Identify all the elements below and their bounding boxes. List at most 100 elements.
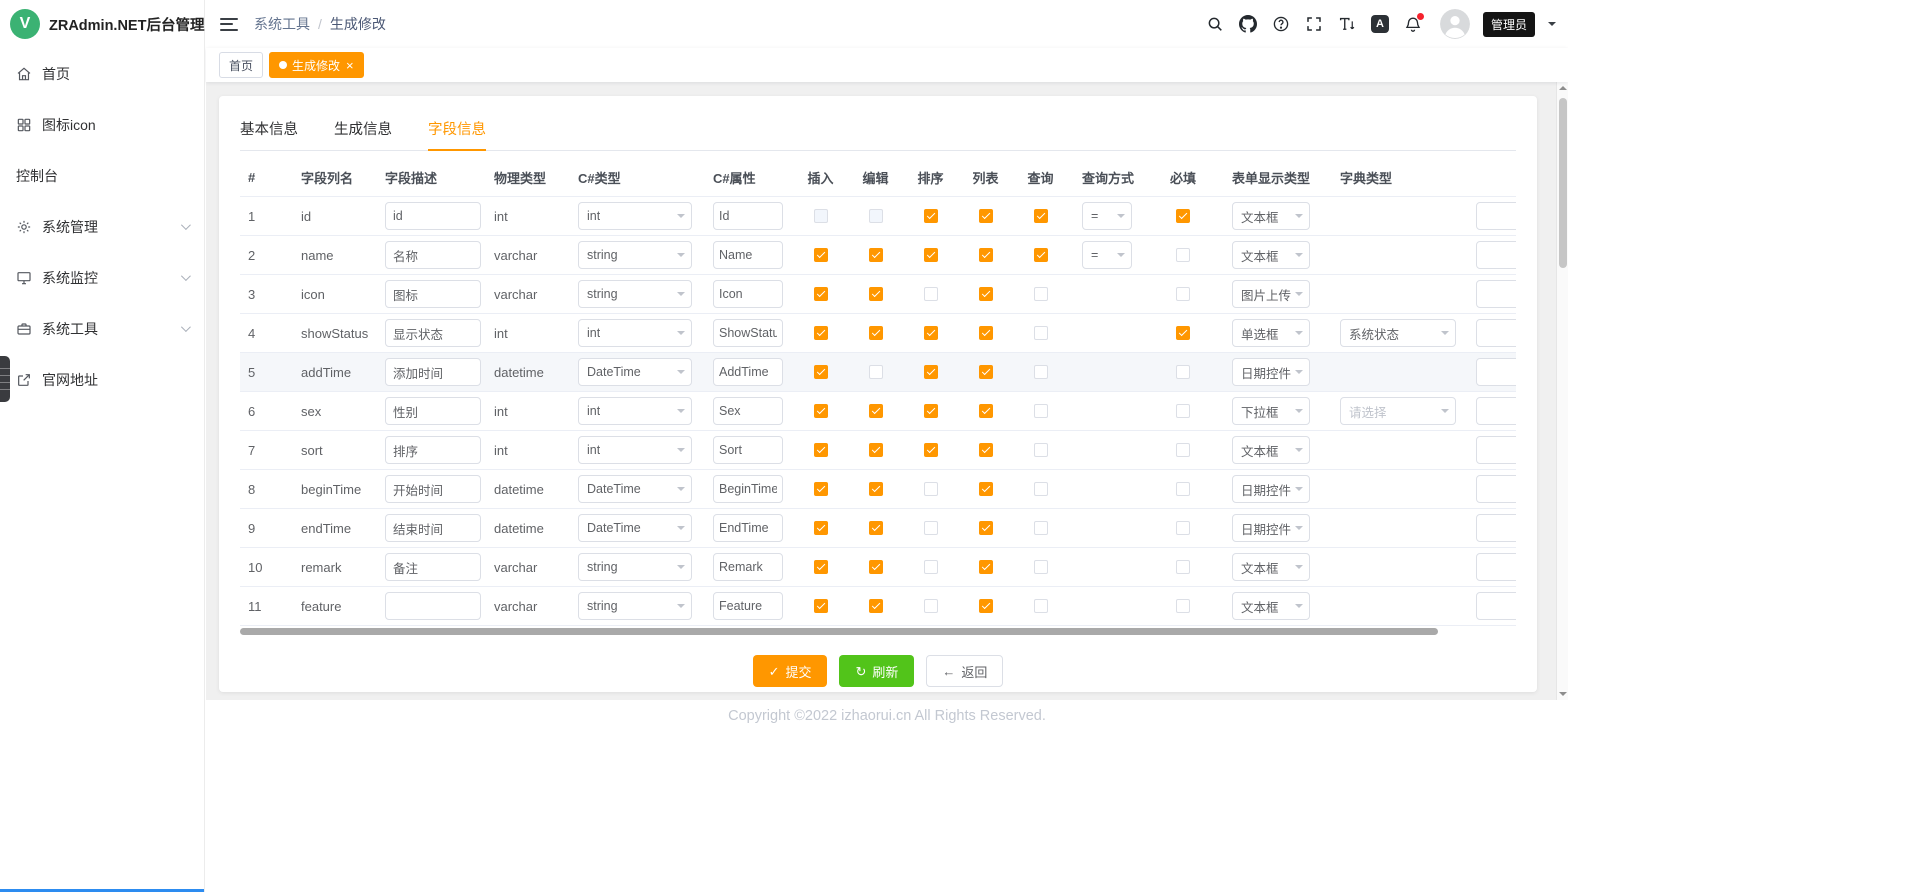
display-type-select[interactable]: 文本框: [1232, 202, 1310, 230]
query-type-select[interactable]: =: [1082, 241, 1132, 269]
edit-checkbox[interactable]: [869, 599, 883, 613]
overflow-extra-input[interactable]: [1476, 397, 1516, 425]
horizontal-scrollbar[interactable]: [240, 628, 1516, 635]
query-type-select[interactable]: =: [1082, 202, 1132, 230]
field-desc-input[interactable]: [385, 553, 481, 581]
tag-gen-edit[interactable]: 生成修改×: [269, 52, 364, 78]
csharp-property-input[interactable]: [713, 475, 783, 503]
required-checkbox[interactable]: [1176, 560, 1190, 574]
list-checkbox[interactable]: [979, 287, 993, 301]
query-checkbox[interactable]: [1034, 521, 1048, 535]
sort-checkbox[interactable]: [924, 209, 938, 223]
display-type-select[interactable]: 日期控件: [1232, 514, 1310, 542]
required-checkbox[interactable]: [1176, 287, 1190, 301]
sort-checkbox[interactable]: [924, 521, 938, 535]
field-desc-input[interactable]: [385, 358, 481, 386]
sort-checkbox[interactable]: [924, 365, 938, 379]
insert-checkbox[interactable]: [814, 560, 828, 574]
csharp-type-select[interactable]: string: [578, 241, 692, 269]
query-checkbox[interactable]: [1034, 287, 1048, 301]
csharp-property-input[interactable]: [713, 358, 783, 386]
sort-checkbox[interactable]: [924, 326, 938, 340]
close-icon[interactable]: ×: [346, 59, 354, 72]
sort-checkbox[interactable]: [924, 482, 938, 496]
query-checkbox[interactable]: [1034, 326, 1048, 340]
display-type-select[interactable]: 文本框: [1232, 553, 1310, 581]
list-checkbox[interactable]: [979, 482, 993, 496]
edit-checkbox[interactable]: [869, 482, 883, 496]
bell-icon[interactable]: [1403, 14, 1423, 34]
sort-checkbox[interactable]: [924, 560, 938, 574]
sort-checkbox[interactable]: [924, 248, 938, 262]
csharp-type-select[interactable]: DateTime: [578, 514, 692, 542]
scroll-up-arrow[interactable]: [1559, 86, 1567, 90]
back-button[interactable]: ←返回: [926, 655, 1003, 687]
query-checkbox[interactable]: [1034, 209, 1048, 223]
display-type-select[interactable]: 日期控件: [1232, 475, 1310, 503]
field-desc-input[interactable]: [385, 319, 481, 347]
tab-basic[interactable]: 基本信息: [240, 110, 298, 150]
tab-gen[interactable]: 生成信息: [334, 110, 392, 150]
edit-checkbox[interactable]: [869, 326, 883, 340]
list-checkbox[interactable]: [979, 248, 993, 262]
display-type-select[interactable]: 文本框: [1232, 241, 1310, 269]
field-desc-input[interactable]: [385, 397, 481, 425]
csharp-type-select[interactable]: string: [578, 592, 692, 620]
query-checkbox[interactable]: [1034, 248, 1048, 262]
csharp-type-select[interactable]: int: [578, 319, 692, 347]
edit-checkbox[interactable]: [869, 209, 883, 223]
font-size-icon[interactable]: [1337, 14, 1357, 34]
query-checkbox[interactable]: [1034, 560, 1048, 574]
field-desc-input[interactable]: [385, 475, 481, 503]
csharp-property-input[interactable]: [713, 514, 783, 542]
csharp-property-input[interactable]: [713, 397, 783, 425]
insert-checkbox[interactable]: [814, 404, 828, 418]
required-checkbox[interactable]: [1176, 521, 1190, 535]
csharp-property-input[interactable]: [713, 436, 783, 464]
list-checkbox[interactable]: [979, 404, 993, 418]
theme-drawer-handle[interactable]: [0, 356, 10, 402]
display-type-select[interactable]: 文本框: [1232, 436, 1310, 464]
sort-checkbox[interactable]: [924, 287, 938, 301]
refresh-button[interactable]: ↻刷新: [839, 655, 914, 687]
edit-checkbox[interactable]: [869, 560, 883, 574]
sort-checkbox[interactable]: [924, 599, 938, 613]
insert-checkbox[interactable]: [814, 287, 828, 301]
csharp-type-select[interactable]: int: [578, 436, 692, 464]
display-type-select[interactable]: 文本框: [1232, 592, 1310, 620]
user-role-badge[interactable]: 管理员: [1483, 12, 1535, 37]
list-checkbox[interactable]: [979, 326, 993, 340]
csharp-property-input[interactable]: [713, 202, 783, 230]
search-icon[interactable]: [1205, 14, 1225, 34]
submit-button[interactable]: ✓提交: [753, 655, 828, 687]
display-type-select[interactable]: 单选框: [1232, 319, 1310, 347]
sidebar-item-home[interactable]: 首页: [0, 48, 204, 99]
required-checkbox[interactable]: [1176, 599, 1190, 613]
overflow-extra-input[interactable]: [1476, 202, 1516, 230]
help-icon[interactable]: [1271, 14, 1291, 34]
csharp-type-select[interactable]: int: [578, 397, 692, 425]
insert-checkbox[interactable]: [814, 443, 828, 457]
overflow-extra-input[interactable]: [1476, 475, 1516, 503]
list-checkbox[interactable]: [979, 443, 993, 457]
csharp-type-select[interactable]: int: [578, 202, 692, 230]
sidebar-item-system-tools[interactable]: 系统工具: [0, 303, 204, 354]
insert-checkbox[interactable]: [814, 521, 828, 535]
list-checkbox[interactable]: [979, 560, 993, 574]
insert-checkbox[interactable]: [814, 326, 828, 340]
overflow-extra-input[interactable]: [1476, 280, 1516, 308]
display-type-select[interactable]: 下拉框: [1232, 397, 1310, 425]
edit-checkbox[interactable]: [869, 404, 883, 418]
field-desc-input[interactable]: [385, 202, 481, 230]
overflow-extra-input[interactable]: [1476, 319, 1516, 347]
collapse-sidebar-icon[interactable]: [220, 18, 238, 31]
list-checkbox[interactable]: [979, 209, 993, 223]
overflow-extra-input[interactable]: [1476, 553, 1516, 581]
required-checkbox[interactable]: [1176, 209, 1190, 223]
query-checkbox[interactable]: [1034, 365, 1048, 379]
field-desc-input[interactable]: [385, 241, 481, 269]
csharp-type-select[interactable]: string: [578, 280, 692, 308]
csharp-property-input[interactable]: [713, 319, 783, 347]
field-desc-input[interactable]: [385, 280, 481, 308]
translate-icon[interactable]: A: [1370, 14, 1390, 34]
